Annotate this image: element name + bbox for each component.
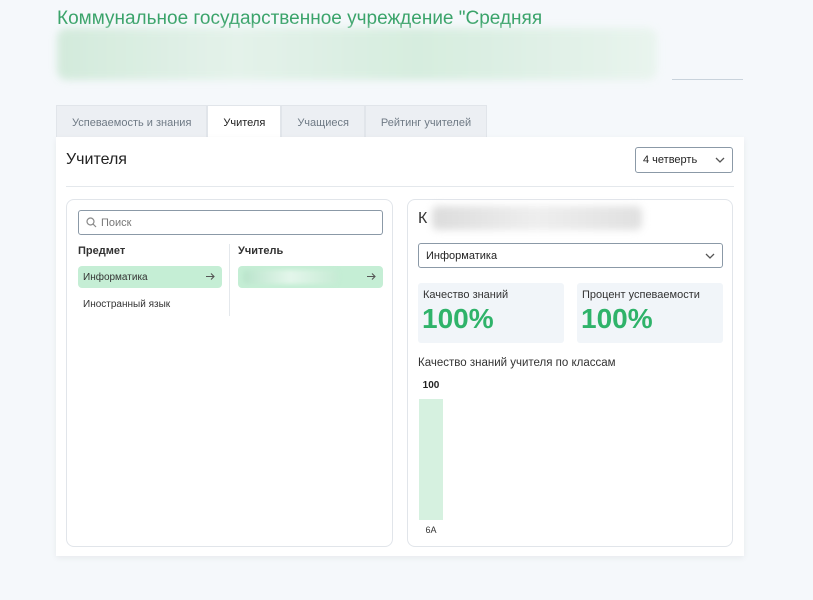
- chevron-down-icon: [715, 157, 725, 163]
- arrow-right-icon: [206, 273, 215, 280]
- search-icon: [86, 217, 97, 228]
- arrow-right-icon: [367, 273, 376, 280]
- knowledge-quality-card: Качество знаний 100%: [418, 283, 564, 343]
- subject-select-value: Информатика: [426, 249, 498, 262]
- teachers-panel: Учителя 4 четверть Предмет Учитель Инфор…: [56, 137, 744, 556]
- performance-percent-card: Процент успеваемости 100%: [577, 283, 723, 343]
- chart-bar: [419, 399, 443, 520]
- stat-value: 100%: [422, 303, 494, 334]
- tab-students[interactable]: Учащиеся: [281, 105, 365, 137]
- organization-title: Коммунальное государственное учреждение …: [57, 8, 543, 29]
- teacher-name-blurred: [432, 206, 642, 230]
- subject-item-foreign-language[interactable]: Иностранный язык: [78, 293, 222, 315]
- search-input[interactable]: [101, 211, 371, 234]
- column-divider: [229, 244, 230, 316]
- teacher-name-blurred: [243, 270, 338, 284]
- bar-category-label: 6А: [425, 525, 437, 535]
- chevron-down-icon: [705, 253, 715, 259]
- teacher-name: К: [418, 210, 428, 227]
- subject-item-label: Иностранный язык: [83, 298, 171, 310]
- teacher-item[interactable]: [238, 266, 383, 288]
- tab-bar: Успеваемость и знания Учителя Учащиеся Р…: [56, 105, 488, 137]
- quarter-select-value: 4 четверть: [643, 154, 698, 166]
- divider: [66, 186, 734, 187]
- stat-value: 100%: [581, 303, 653, 334]
- stat-label: Процент успеваемости: [582, 289, 700, 301]
- organization-name-blurred: [57, 28, 657, 80]
- tab-performance[interactable]: Успеваемость и знания: [56, 105, 208, 137]
- page-title: Учителя: [66, 151, 127, 168]
- selection-card: Предмет Учитель Информатика Иностранный …: [66, 199, 393, 547]
- teacher-details-card: К Информатика Качество знаний 100% Проце…: [407, 199, 733, 547]
- bar-value-label: 100: [422, 380, 440, 391]
- quarter-select[interactable]: 4 четверть: [635, 147, 733, 173]
- subject-column-header: Предмет: [78, 245, 126, 257]
- teacher-column-header: Учитель: [238, 245, 284, 257]
- search-field[interactable]: [78, 210, 383, 235]
- subject-item-label: Информатика: [83, 271, 148, 283]
- stat-label: Качество знаний: [423, 289, 509, 301]
- tab-teachers[interactable]: Учителя: [207, 105, 282, 137]
- header-underline: [672, 79, 743, 80]
- subject-item-informatics[interactable]: Информатика: [78, 266, 222, 288]
- subject-select[interactable]: Информатика: [418, 243, 723, 268]
- chart-title: Качество знаний учителя по классам: [418, 357, 616, 369]
- tab-teacher-rating[interactable]: Рейтинг учителей: [364, 105, 488, 137]
